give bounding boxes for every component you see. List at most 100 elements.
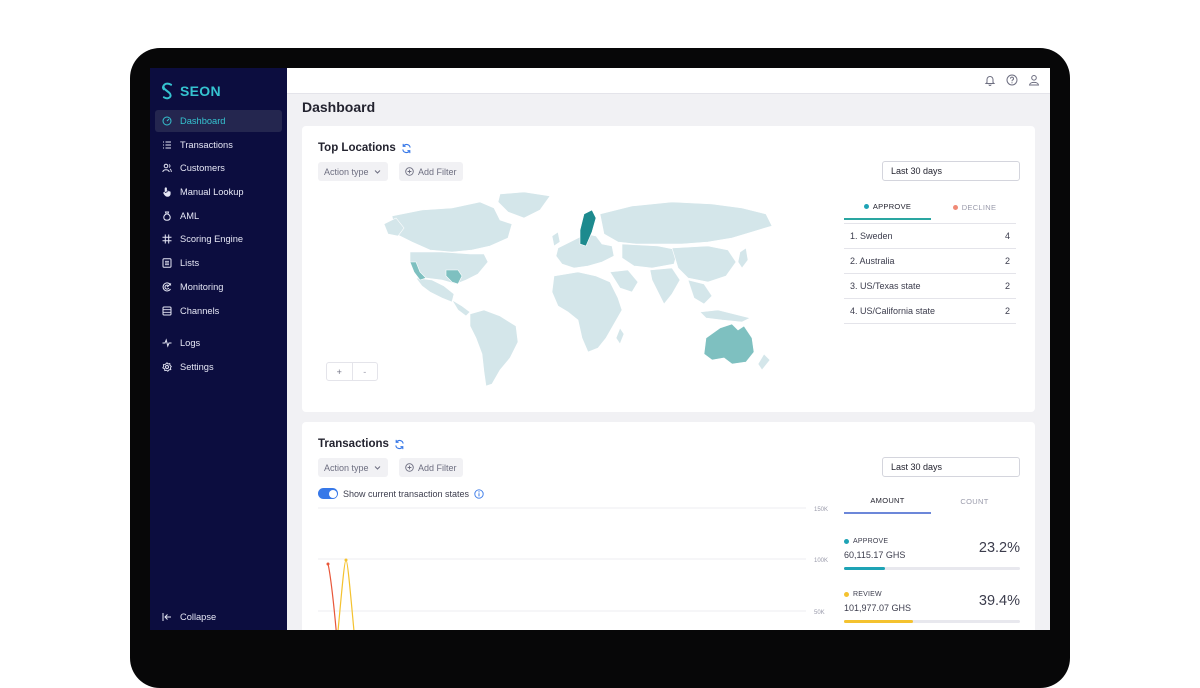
money-bag-icon [162, 211, 172, 221]
tab-amount[interactable]: AMOUNT [844, 496, 931, 514]
action-type-dropdown[interactable]: Action type [318, 162, 388, 181]
stat-review: REVIEW 101,977.07 GHS 39.4% [844, 585, 1020, 630]
top-bar [287, 68, 1050, 94]
brand-name: SEON [180, 83, 221, 99]
plus-circle-icon [405, 167, 414, 176]
tab-decline[interactable]: DECLINE [931, 202, 1018, 220]
sidebar-item-label: Logs [180, 338, 201, 349]
zoom-out-button[interactable]: - [351, 363, 378, 380]
approve-dot [844, 539, 849, 544]
hand-pointer-icon [162, 187, 172, 197]
list-item[interactable]: 3. US/Texas state 2 [844, 274, 1016, 299]
target-icon [162, 282, 172, 292]
list-item[interactable]: 4. US/California state 2 [844, 299, 1016, 324]
map-australia-highlight [703, 323, 755, 365]
map-middle-east [609, 269, 639, 293]
sidebar-item-transactions[interactable]: Transactions [155, 134, 282, 156]
sidebar-item-monitoring[interactable]: Monitoring [155, 276, 282, 298]
collapse-button[interactable]: Collapse [162, 612, 216, 622]
help-icon[interactable] [1006, 74, 1018, 86]
y-tick-label: 150K [814, 507, 828, 513]
top-locations-card: Top Locations Action type Add Filter Las… [302, 126, 1035, 412]
tab-label: DECLINE [961, 203, 997, 212]
stat-progress-fill [844, 567, 885, 570]
sidebar-item-customers[interactable]: Customers [155, 157, 282, 179]
gear-icon [162, 362, 172, 372]
stat-progress-track [844, 620, 1020, 623]
sidebar-item-label: Customers [180, 163, 225, 174]
tab-approve[interactable]: APPROVE [844, 202, 931, 220]
list-item[interactable]: 1. Sweden 4 [844, 224, 1016, 249]
stat-label-text: REVIEW [853, 591, 882, 598]
map-greenland [497, 191, 551, 219]
card-title-text: Top Locations [318, 142, 396, 154]
sidebar-item-aml[interactable]: AML [155, 205, 282, 227]
tab-label: APPROVE [872, 202, 912, 211]
list-item[interactable]: 2. Australia 2 [844, 249, 1016, 274]
users-icon [162, 163, 172, 173]
series-point-decline [326, 562, 330, 566]
sidebar-item-label: Lists [180, 258, 200, 269]
top-bar-actions [984, 74, 1040, 86]
map-zoom-control: + - [326, 362, 378, 381]
decline-dot [952, 205, 958, 210]
stat-percent: 23.2% [978, 540, 1020, 556]
refresh-icon[interactable] [401, 143, 412, 154]
stack-icon [162, 306, 172, 316]
date-range-input[interactable]: Last 30 days [882, 161, 1020, 181]
brand-logo[interactable]: SEON [160, 82, 221, 100]
series-line-decline [327, 563, 337, 630]
list-box-icon [162, 258, 172, 268]
map-central-america [451, 299, 471, 317]
pulse-icon [162, 338, 172, 348]
add-filter-button[interactable]: Add Filter [399, 162, 463, 181]
series-line-review [337, 559, 355, 630]
sidebar-item-lists[interactable]: Lists [155, 252, 282, 274]
sidebar-item-label: Monitoring [180, 281, 224, 292]
map-madagascar [615, 327, 625, 345]
bell-icon[interactable] [984, 74, 996, 86]
sidebar-item-manual-lookup[interactable]: Manual Lookup [155, 181, 282, 203]
map-japan [737, 247, 749, 269]
map-se-asia [687, 279, 713, 305]
show-states-toggle[interactable] [318, 488, 338, 499]
app-screen: SEON Dashboard Transactions Customers Ma… [150, 68, 1050, 630]
nav-divider [155, 323, 282, 332]
map-china [671, 245, 737, 283]
action-type-label: Action type [324, 462, 369, 473]
info-icon[interactable] [474, 488, 484, 499]
sidebar-item-label: Channels [180, 305, 220, 316]
user-icon[interactable] [1028, 74, 1040, 86]
sidebar-item-channels[interactable]: Channels [155, 300, 282, 322]
sidebar-item-dashboard[interactable]: Dashboard [155, 110, 282, 132]
sidebar-item-settings[interactable]: Settings [155, 356, 282, 378]
review-dot [844, 592, 849, 597]
date-range-input[interactable]: Last 30 days [882, 457, 1020, 477]
top-locations-list: 1. Sweden 4 2. Australia 2 3. US/Texas s… [844, 223, 1016, 324]
sidebar-item-label: Transactions [180, 139, 233, 150]
sidebar-nav: Dashboard Transactions Customers Manual … [155, 110, 282, 380]
map-south-america [469, 309, 519, 387]
hash-grid-icon [162, 234, 172, 244]
stat-percent: 39.4% [978, 593, 1020, 609]
show-states-toggle-row: Show current transaction states [318, 488, 484, 499]
y-tick-label: 50K [814, 610, 825, 616]
tab-count[interactable]: COUNT [931, 496, 1018, 514]
sidebar-item-label: AML [180, 210, 200, 221]
refresh-icon[interactable] [394, 439, 405, 450]
zoom-in-button[interactable]: + [327, 363, 352, 380]
sidebar-item-scoring-engine[interactable]: Scoring Engine [155, 228, 282, 250]
action-type-dropdown[interactable]: Action type [318, 458, 388, 477]
chart-gridlines [318, 507, 806, 612]
location-name: 2. Australia [850, 256, 895, 266]
card-title-text: Transactions [318, 438, 389, 450]
add-filter-button[interactable]: Add Filter [399, 458, 463, 477]
map-africa [551, 271, 623, 353]
transactions-chart[interactable]: 150K 100K 50K [318, 502, 834, 630]
location-count: 2 [1004, 256, 1010, 266]
world-map[interactable] [382, 188, 782, 388]
sidebar-item-logs[interactable]: Logs [155, 332, 282, 354]
stat-label: APPROVE [844, 538, 888, 545]
map-russia [599, 201, 773, 245]
chevron-down-icon [374, 170, 380, 174]
